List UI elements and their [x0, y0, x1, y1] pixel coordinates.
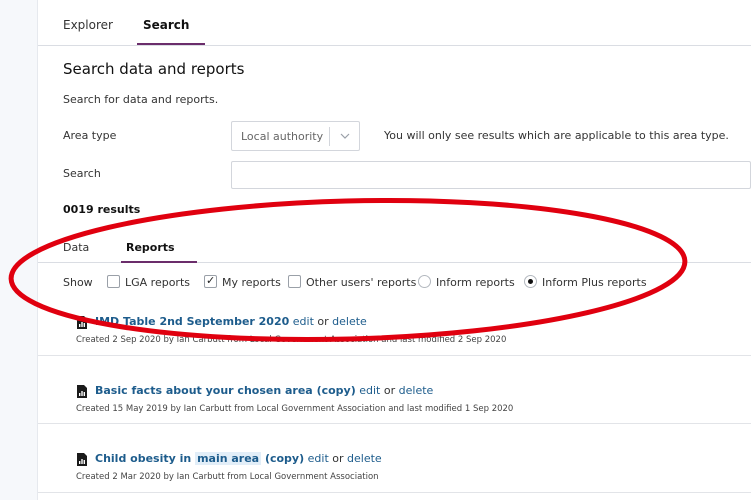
edit-link[interactable]: edit	[359, 384, 380, 397]
delete-link[interactable]: delete	[399, 384, 434, 397]
radio-selected-dot	[528, 279, 533, 284]
row-divider	[38, 423, 751, 424]
delete-link[interactable]: delete	[332, 315, 367, 328]
other-users-reports-label: Other users' reports	[306, 276, 417, 289]
report-meta: Created 2 Sep 2020 by Ian Carbutt from L…	[76, 335, 507, 345]
page-subtitle: Search for data and reports.	[63, 93, 219, 106]
active-subtab-indicator	[121, 261, 197, 263]
inform-plus-reports-label: Inform Plus reports	[542, 276, 647, 289]
active-tab-indicator	[137, 43, 205, 45]
top-tab-bar: Explorer Search	[38, 0, 751, 46]
row-divider	[38, 355, 751, 356]
tab-data[interactable]: Data	[63, 241, 89, 254]
report-meta: Created 2 Mar 2020 by Ian Carbutt from L…	[76, 472, 379, 482]
lga-reports-label: LGA reports	[125, 276, 191, 289]
area-type-label: Area type	[63, 129, 117, 142]
sub-tab-bar: Data Reports	[38, 236, 751, 263]
main-content: Explorer Search Search data and reports …	[38, 0, 751, 500]
delete-link[interactable]: delete	[347, 452, 382, 465]
show-label: Show	[63, 276, 93, 289]
report-title-link[interactable]: Basic facts about your chosen area (copy…	[95, 384, 356, 397]
search-label: Search	[63, 167, 101, 180]
tab-reports[interactable]: Reports	[126, 241, 175, 254]
my-reports-checkbox[interactable]: ✓	[204, 274, 217, 288]
report-meta: Created 15 May 2019 by Ian Carbutt from …	[76, 404, 514, 414]
document-chart-icon	[77, 453, 87, 466]
row-divider	[38, 492, 751, 493]
left-rail	[0, 0, 38, 500]
edit-link[interactable]: edit	[308, 452, 329, 465]
report-title-link[interactable]: IMD Table 2nd September 2020	[95, 315, 289, 328]
area-type-value: Local authority	[241, 130, 324, 143]
tab-search[interactable]: Search	[143, 18, 189, 32]
search-highlight: main area	[195, 452, 262, 465]
results-count: 0019 results	[63, 203, 141, 216]
area-type-note: You will only see results which are appl…	[384, 129, 729, 142]
inform-reports-label: Inform reports	[436, 276, 515, 289]
chevron-down-icon	[340, 133, 350, 139]
area-type-select[interactable]: Local authority	[231, 121, 360, 151]
report-title-part: (copy)	[264, 452, 305, 465]
lga-reports-checkbox[interactable]	[107, 275, 120, 288]
other-users-reports-checkbox[interactable]	[288, 275, 301, 288]
document-chart-icon	[77, 385, 87, 398]
document-chart-icon	[77, 316, 87, 329]
edit-link[interactable]: edit	[293, 315, 314, 328]
tab-explorer[interactable]: Explorer	[63, 18, 113, 32]
report-title-link[interactable]: Child obesity in main area (copy)	[95, 452, 304, 465]
report-title-part: Child obesity in	[95, 452, 192, 465]
my-reports-label: My reports	[222, 276, 281, 289]
inform-reports-radio[interactable]	[418, 275, 431, 288]
or-text: or	[332, 452, 344, 465]
or-text: or	[317, 315, 329, 328]
page-title: Search data and reports	[63, 60, 245, 78]
search-input[interactable]	[231, 161, 751, 189]
inform-plus-reports-radio[interactable]	[524, 275, 537, 288]
or-text: or	[383, 384, 396, 397]
select-separator	[329, 127, 330, 146]
check-icon: ✓	[206, 274, 216, 287]
